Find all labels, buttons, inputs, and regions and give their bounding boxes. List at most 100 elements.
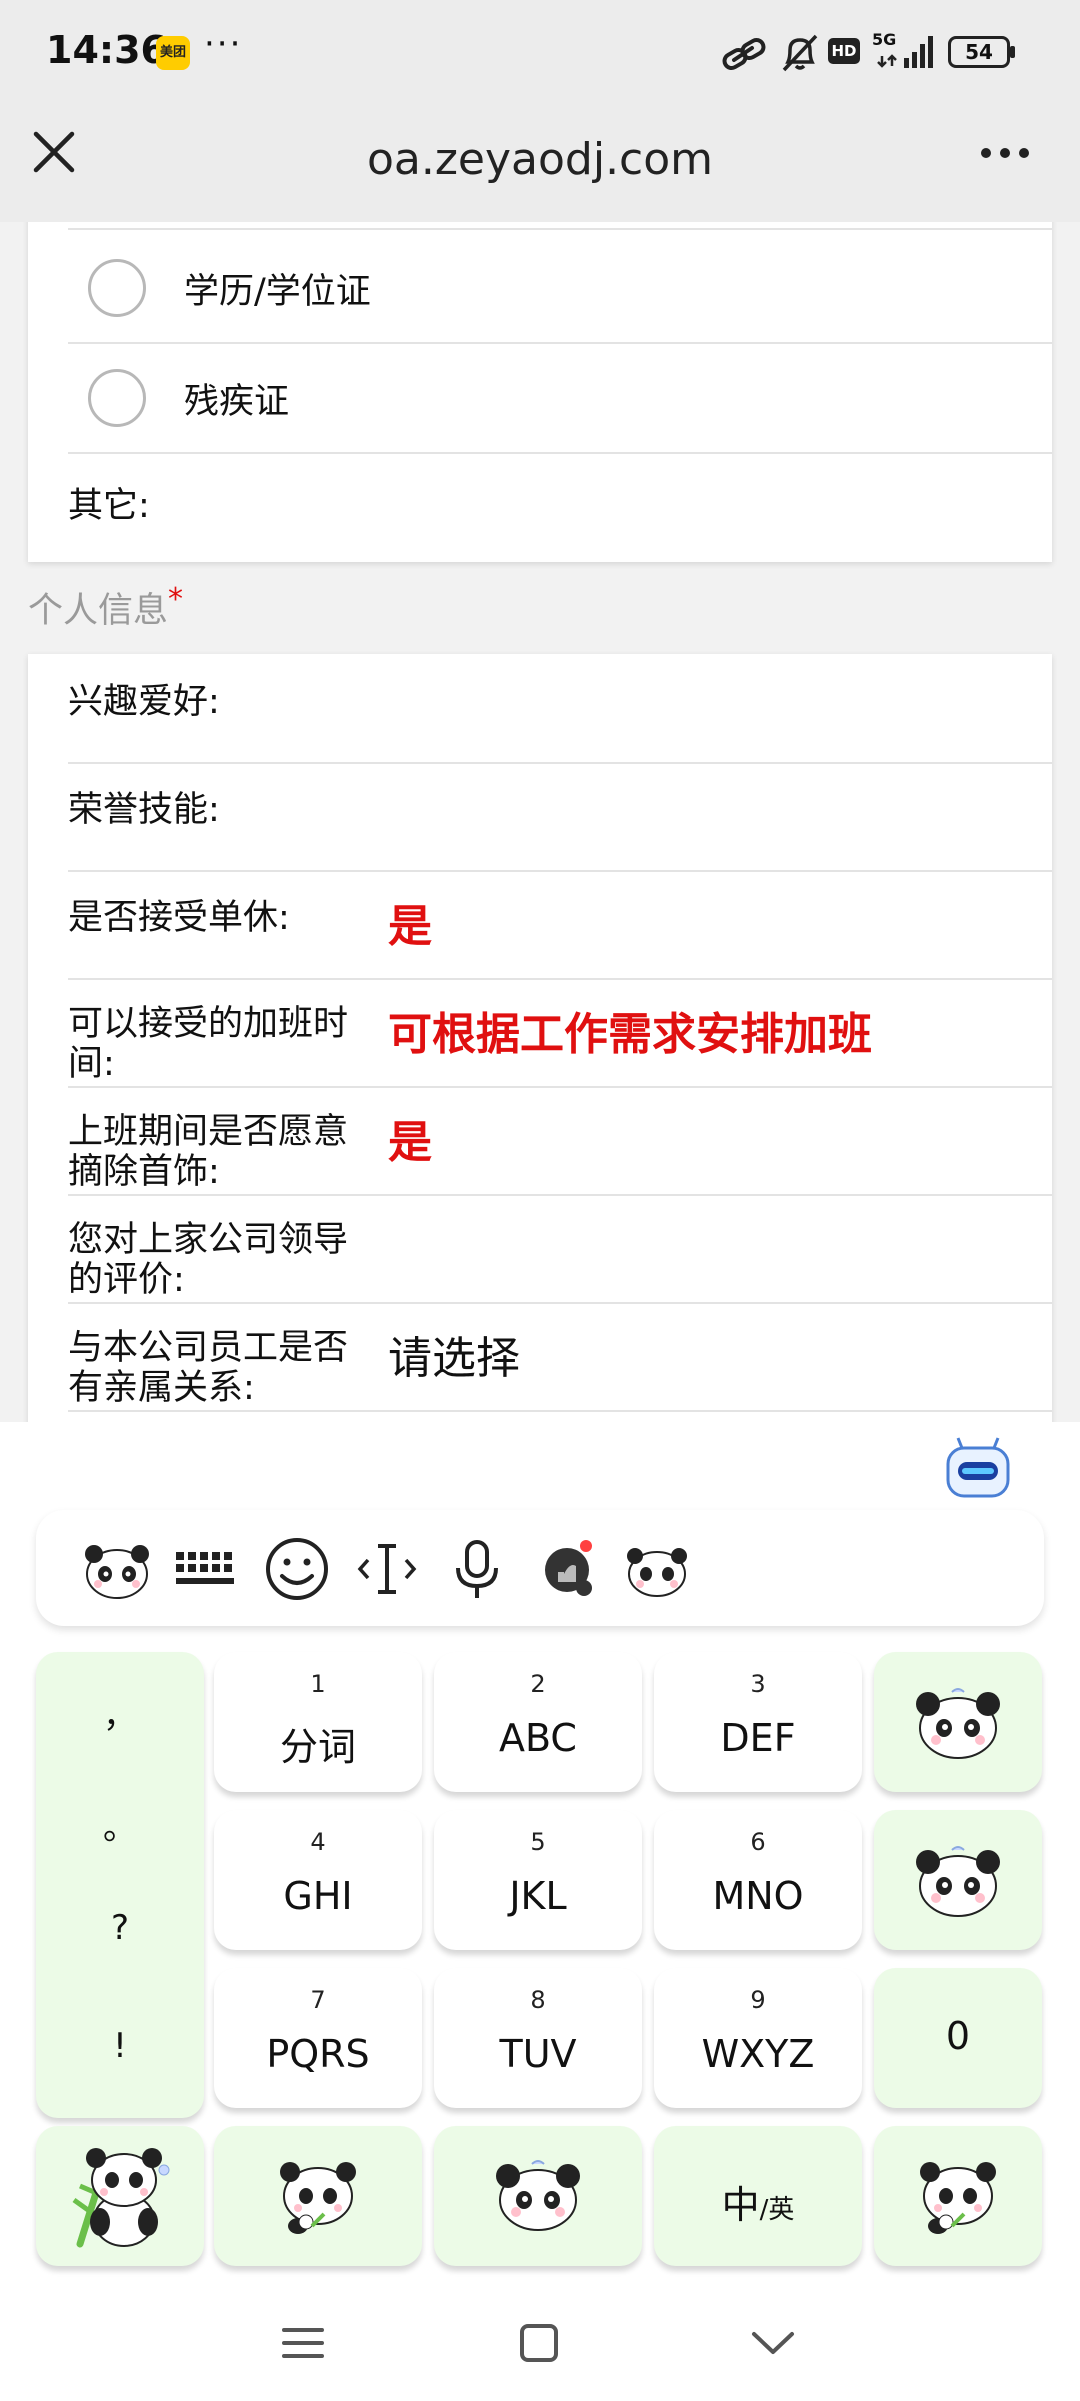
punct-comma[interactable]: ， <box>36 1688 204 1737</box>
field-jewelry-value[interactable]: 是 <box>388 1106 432 1170</box>
field-single-rest-value[interactable]: 是 <box>388 890 432 954</box>
key-return-panda[interactable] <box>874 2126 1042 2266</box>
key-number: 5 <box>530 1828 546 1856</box>
navigation-bar <box>0 2282 1080 2401</box>
punct-exclaim[interactable]: ! <box>36 2026 204 2066</box>
divider <box>68 870 1052 872</box>
key-0[interactable]: 0 <box>874 1968 1042 2108</box>
hd-icon: HD <box>828 38 860 64</box>
page-url: oa.zeyaodj.com <box>366 134 714 185</box>
bell-muted-icon <box>782 34 818 72</box>
required-mark: * <box>168 582 184 617</box>
keyboard-icon[interactable] <box>170 1532 244 1606</box>
panda-hug-icon <box>280 2162 356 2234</box>
field-jewelry-label: 上班期间是否愿意摘除首饰: <box>68 1112 349 1192</box>
key-number: 9 <box>750 1986 766 2014</box>
key-5[interactable]: 5 JKL <box>434 1810 642 1950</box>
key-letters: ABC <box>499 1716 577 1760</box>
panda-theme-icon[interactable] <box>80 1532 154 1606</box>
battery-icon: 54 <box>948 36 1010 68</box>
meituan-app-icon: 美团 <box>156 36 190 70</box>
panda-icon <box>496 2160 580 2231</box>
field-single-rest-label: 是否接受单休: <box>68 898 290 938</box>
key-lang-switch[interactable]: 中/英 <box>654 2126 862 2266</box>
cursor-move-icon[interactable] <box>350 1532 424 1606</box>
field-honors-label: 荣誉技能: <box>68 790 220 830</box>
radio-button[interactable] <box>88 369 146 427</box>
ai-assistant-icon[interactable] <box>944 1436 1012 1500</box>
key-number: 8 <box>530 1986 546 2014</box>
lang-main: 中 <box>721 2183 760 2227</box>
form-content[interactable]: 学历/学位证 残疾证 其它: 个人信息* 兴趣爱好: 荣誉技能: 是否接受单休:… <box>0 222 1080 1422</box>
punct-period[interactable]: 。 <box>36 1800 204 1849</box>
key-3[interactable]: 3 DEF <box>654 1652 862 1792</box>
option-diploma[interactable]: 学历/学位证 <box>88 234 371 342</box>
key-space-panda[interactable] <box>434 2126 642 2266</box>
microphone-icon[interactable] <box>440 1532 514 1606</box>
punctuation-column: ， 。 ? ! <box>36 1652 204 2118</box>
key-number: 7 <box>310 1986 326 2014</box>
key-4[interactable]: 4 GHI <box>214 1810 422 1950</box>
browser-toolbar: oa.zeyaodj.com <box>0 100 1080 222</box>
back-icon[interactable] <box>748 2318 798 2368</box>
field-relatives-select[interactable]: 请选择 <box>388 1322 520 1386</box>
emoji-icon[interactable] <box>260 1532 334 1606</box>
key-letters: GHI <box>283 1874 353 1918</box>
keyboard-toolbar <box>36 1510 1044 1626</box>
divider <box>68 1086 1052 1088</box>
key-letters: TUV <box>499 2032 577 2076</box>
key-6[interactable]: 6 MNO <box>654 1810 862 1950</box>
key-2[interactable]: 2 ABC <box>434 1652 642 1792</box>
section-title: 个人信息* <box>28 582 183 633</box>
key-8[interactable]: 8 TUV <box>434 1968 642 2108</box>
key-letters: JKL <box>509 1874 567 1918</box>
divider <box>68 978 1052 980</box>
status-bar: 14:36 美团 ··· HD 5G 54 <box>0 0 1080 100</box>
divider <box>68 228 1052 230</box>
key-9[interactable]: 9 WXYZ <box>654 1968 862 2108</box>
document-card: 学历/学位证 残疾证 其它: <box>28 222 1052 562</box>
key-zero-label: 0 <box>945 2014 971 2058</box>
key-number: 4 <box>310 1828 326 1856</box>
panda-bamboo-icon <box>72 2148 170 2248</box>
key-7[interactable]: 7 PQRS <box>214 1968 422 2108</box>
ad-badge-icon[interactable] <box>530 1532 604 1606</box>
panda-hug-icon <box>920 2162 996 2234</box>
section-title-text: 个人信息 <box>28 591 169 631</box>
lang-switch-label: 中/英 <box>654 2174 862 2229</box>
home-icon[interactable] <box>514 2318 564 2368</box>
divider <box>68 1410 1052 1412</box>
field-relatives-label: 与本公司员工是否有亲属关系: <box>68 1328 349 1408</box>
key-enter-panda[interactable] <box>874 1810 1042 1950</box>
divider <box>68 452 1052 454</box>
divider <box>68 1302 1052 1304</box>
field-overtime-label: 可以接受的加班时间: <box>68 1004 349 1084</box>
option-disability-cert[interactable]: 残疾证 <box>88 344 289 452</box>
other-label: 其它: <box>68 486 150 526</box>
field-overtime-value[interactable]: 可根据工作需求安排加班 <box>388 998 872 1062</box>
field-hobbies-label: 兴趣爱好: <box>68 682 220 722</box>
key-letters: PQRS <box>266 2032 370 2076</box>
key-letters: 分词 <box>279 1725 356 1769</box>
menu-icon[interactable] <box>278 2318 328 2368</box>
key-number: 2 <box>530 1670 546 1698</box>
key-1[interactable]: 1 分词 <box>214 1652 422 1792</box>
key-panda-comma[interactable] <box>214 2126 422 2266</box>
personal-info-card: 兴趣爱好: 荣誉技能: 是否接受单休: 是 可以接受的加班时间: 可根据工作需求… <box>28 654 1052 1422</box>
key-letters: WXYZ <box>701 2032 815 2076</box>
status-time: 14:36 <box>46 28 167 72</box>
link-icon <box>722 38 766 70</box>
more-options-icon[interactable] <box>978 126 1032 180</box>
divider <box>68 762 1052 764</box>
key-symbols-panda[interactable] <box>36 2126 204 2266</box>
divider <box>68 1194 1052 1196</box>
option-label: 残疾证 <box>184 381 290 422</box>
key-delete-panda[interactable] <box>874 1652 1042 1792</box>
key-number: 1 <box>310 1670 326 1698</box>
keyboard: ， 。 ? ! 1 分词 2 ABC 3 DEF 4 GHI 5 JKL 6 M… <box>0 1422 1080 2282</box>
lang-sub: /英 <box>759 2195 795 2225</box>
punct-question[interactable]: ? <box>36 1908 204 1948</box>
field-prev-leader-label: 您对上家公司领导的评价: <box>68 1220 349 1300</box>
panda-sticker-icon[interactable] <box>620 1532 694 1606</box>
radio-button[interactable] <box>88 259 146 317</box>
